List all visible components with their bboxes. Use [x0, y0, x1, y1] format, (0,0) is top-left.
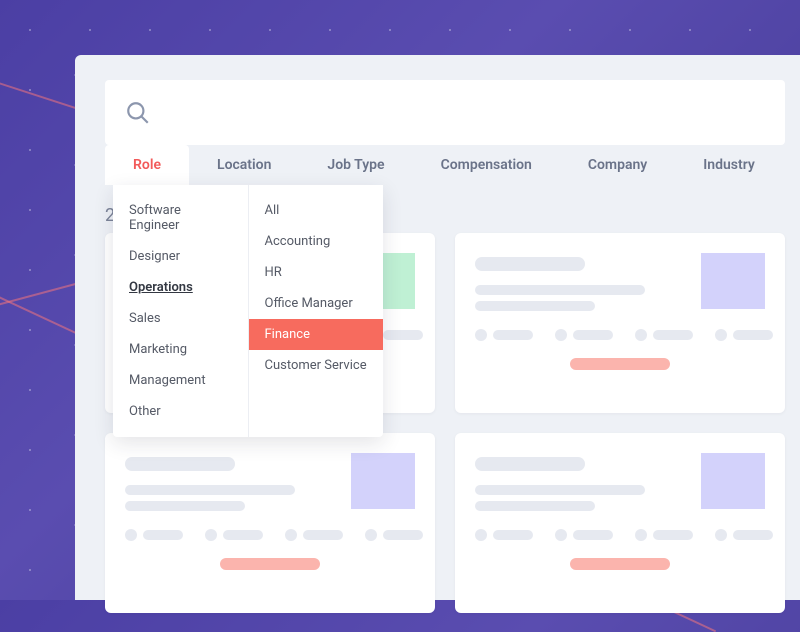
skeleton-title	[475, 257, 585, 271]
skeleton-dot	[285, 529, 297, 541]
role-option-operations[interactable]: Operations	[113, 272, 248, 303]
skeleton-dot	[475, 529, 487, 541]
tab-location[interactable]: Location	[189, 145, 299, 185]
skeleton-chip	[653, 530, 693, 540]
skeleton-cta	[570, 358, 670, 370]
result-card[interactable]	[455, 233, 785, 413]
app-panel: Role Location Job Type Compensation Comp…	[75, 55, 800, 600]
tab-jobtype[interactable]: Job Type	[299, 145, 412, 185]
skeleton-chip	[573, 530, 613, 540]
skeleton-chip	[493, 530, 533, 540]
subrole-option-all[interactable]: All	[249, 195, 384, 226]
tab-compensation[interactable]: Compensation	[413, 145, 560, 185]
skeleton-chip	[733, 330, 773, 340]
skeleton-line	[475, 301, 595, 311]
role-option-designer[interactable]: Designer	[113, 241, 248, 272]
skeleton-chip	[143, 530, 183, 540]
skeleton-chip	[493, 330, 533, 340]
skeleton-dot	[635, 529, 647, 541]
skeleton-chip	[653, 330, 693, 340]
skeleton-title	[125, 457, 235, 471]
role-dropdown: Software Engineer Designer Operations Sa…	[113, 185, 383, 437]
role-option-software-engineer[interactable]: Software Engineer	[113, 195, 248, 241]
role-dropdown-categories: Software Engineer Designer Operations Sa…	[113, 185, 249, 437]
skeleton-dot	[555, 329, 567, 341]
role-option-marketing[interactable]: Marketing	[113, 334, 248, 365]
result-thumbnail	[701, 453, 765, 509]
role-option-sales[interactable]: Sales	[113, 303, 248, 334]
role-option-other[interactable]: Other	[113, 396, 248, 427]
skeleton-cta	[570, 558, 670, 570]
skeleton-dot	[365, 529, 377, 541]
tab-role[interactable]: Role	[105, 145, 189, 185]
skeleton-chip	[573, 330, 613, 340]
skeleton-dot	[555, 529, 567, 541]
skeleton-dot	[635, 329, 647, 341]
skeleton-line	[475, 501, 595, 511]
subrole-option-accounting[interactable]: Accounting	[249, 226, 384, 257]
result-card[interactable]	[105, 433, 435, 613]
role-option-management[interactable]: Management	[113, 365, 248, 396]
skeleton-chip	[223, 530, 263, 540]
skeleton-title	[475, 457, 585, 471]
result-thumbnail	[351, 453, 415, 509]
skeleton-dot	[715, 329, 727, 341]
role-dropdown-subcategories: All Accounting HR Office Manager Finance…	[249, 185, 384, 437]
subrole-option-finance[interactable]: Finance	[249, 319, 384, 350]
subrole-option-hr[interactable]: HR	[249, 257, 384, 288]
skeleton-cta	[220, 558, 320, 570]
skeleton-line	[475, 285, 645, 295]
subrole-option-customer-service[interactable]: Customer Service	[249, 350, 384, 381]
skeleton-dot	[715, 529, 727, 541]
search-bar[interactable]	[105, 80, 785, 145]
search-icon	[125, 100, 151, 126]
skeleton-dot	[125, 529, 137, 541]
skeleton-line	[125, 485, 295, 495]
skeleton-dot	[475, 329, 487, 341]
tab-company[interactable]: Company	[560, 145, 675, 185]
skeleton-dot	[205, 529, 217, 541]
skeleton-chip	[383, 530, 423, 540]
skeleton-chip	[383, 330, 423, 340]
tab-industry[interactable]: Industry	[675, 145, 783, 185]
subrole-option-office-manager[interactable]: Office Manager	[249, 288, 384, 319]
result-card[interactable]	[455, 433, 785, 613]
result-thumbnail	[701, 253, 765, 309]
filter-tabs: Role Location Job Type Compensation Comp…	[105, 145, 785, 185]
skeleton-chip	[733, 530, 773, 540]
skeleton-chip	[303, 530, 343, 540]
skeleton-line	[475, 485, 645, 495]
skeleton-line	[125, 501, 245, 511]
